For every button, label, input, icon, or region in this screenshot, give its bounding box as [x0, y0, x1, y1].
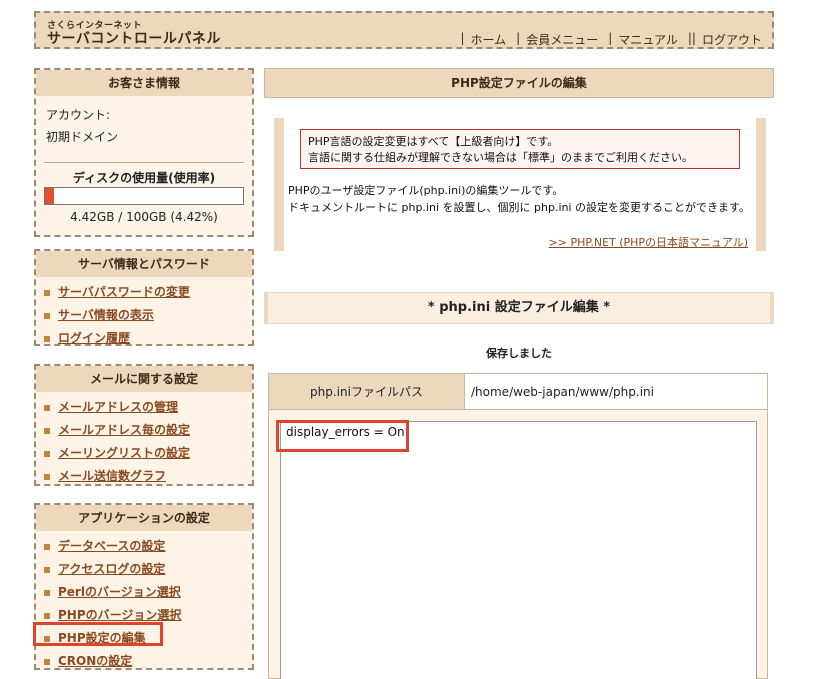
bullet-icon: [44, 289, 50, 296]
nav-separator: |: [516, 31, 521, 45]
description-line-2: ドキュメントルートに php.ini を設置し、個別に php.ini の設定を…: [288, 201, 750, 214]
list-item: サーバパスワードの変更: [44, 281, 252, 304]
disk-usage-bar: [44, 187, 244, 205]
bullet-icon: [44, 404, 50, 411]
customer-info-panel: お客さま情報 アカウント: 初期ドメイン ディスクの使用量(使用率) 4.42G…: [34, 68, 254, 237]
bullet-icon: [44, 335, 50, 342]
bullet-icon: [44, 543, 50, 550]
page-title: PHP設定ファイルの編集: [264, 68, 774, 98]
bullet-icon: [44, 473, 50, 480]
app-settings-title: アプリケーションの設定: [36, 505, 252, 531]
mailing-list-link[interactable]: メーリングリストの設定: [58, 442, 190, 465]
info-panel: PHP言語の設定変更はすべて【上級者向け】です。 言語に関する仕組みが理解できな…: [274, 118, 766, 251]
file-path-value: /home/web-japan/www/php.ini: [465, 374, 767, 410]
description: PHPのユーザ設定ファイル(php.ini)の編集ツールです。 ドキュメントルー…: [288, 182, 750, 216]
list-item: メールアドレス毎の設定: [44, 419, 252, 442]
list-item: ログイン履歴: [44, 327, 252, 350]
nav-separator: |: [460, 31, 465, 45]
highlight-editor-content: [276, 420, 409, 452]
php-ini-editor[interactable]: display_errors = On: [280, 421, 757, 679]
server-info-title: サーバ情報とパスワード: [36, 251, 252, 277]
mail-settings-title: メールに関する設定: [36, 366, 252, 392]
warning-box: PHP言語の設定変更はすべて【上級者向け】です。 言語に関する仕組みが理解できな…: [300, 129, 740, 169]
header-bar: さくらインターネット サーバコントロールパネル | ホーム | 会員メニュー |…: [34, 11, 774, 49]
php-manual-link[interactable]: >> PHP.NET (PHPの日本語マニュアル): [549, 234, 748, 250]
bullet-icon: [44, 612, 50, 619]
mail-address-manage-link[interactable]: メールアドレスの管理: [58, 396, 178, 419]
list-item: データベースの設定: [44, 535, 252, 558]
bullet-icon: [44, 427, 50, 434]
highlight-php-settings-link: [33, 622, 163, 646]
disk-usage-fill: [45, 188, 54, 204]
bullet-icon: [44, 658, 50, 665]
list-item: メーリングリストの設定: [44, 442, 252, 465]
list-item: CRONの設定: [44, 650, 252, 673]
file-path-label: php.iniファイルパス: [269, 374, 465, 410]
divider: [44, 162, 244, 163]
nav-logout-link[interactable]: ログアウト: [702, 31, 762, 48]
saved-message: 保存しました: [486, 347, 552, 360]
section-title: * php.ini 設定ファイル編集 *: [264, 292, 774, 324]
warning-line-1: PHP言語の設定変更はすべて【上級者向け】です。: [308, 135, 559, 148]
list-item: サーバ情報の表示: [44, 304, 252, 327]
account-label: アカウント:: [46, 108, 111, 122]
disk-usage-title: ディスクの使用量(使用率): [72, 171, 216, 185]
nav-separator: |: [608, 31, 613, 45]
bullet-icon: [44, 450, 50, 457]
list-item: メールアドレスの管理: [44, 396, 252, 419]
nav-separator: ||: [687, 31, 696, 45]
customer-info-title: お客さま情報: [36, 70, 252, 96]
mail-settings-panel: メールに関する設定 メールアドレスの管理 メールアドレス毎の設定 メーリングリス…: [34, 364, 254, 486]
server-info-panel: サーバ情報とパスワード サーバパスワードの変更 サーバ情報の表示 ログイン履歴: [34, 249, 254, 346]
top-nav: | ホーム | 会員メニュー | マニュアル || ログアウト: [450, 31, 762, 48]
disk-usage-text: 4.42GB / 100GB (4.42%): [70, 210, 218, 224]
initial-domain-label: 初期ドメイン: [46, 130, 119, 144]
list-item: Perlのバージョン選択: [44, 581, 252, 604]
bullet-icon: [44, 312, 50, 319]
server-password-link[interactable]: サーバパスワードの変更: [58, 281, 190, 304]
nav-manual-link[interactable]: マニュアル: [618, 31, 678, 48]
login-history-link[interactable]: ログイン履歴: [58, 327, 130, 350]
php-ini-form: php.iniファイルパス /home/web-japan/www/php.in…: [268, 373, 768, 679]
list-item: メール送信数グラフ: [44, 465, 252, 488]
nav-member-menu-link[interactable]: 会員メニュー: [526, 31, 598, 48]
description-line-1: PHPのユーザ設定ファイル(php.ini)の編集ツールです。: [288, 184, 564, 197]
server-info-link[interactable]: サーバ情報の表示: [58, 304, 154, 327]
database-settings-link[interactable]: データベースの設定: [58, 535, 165, 558]
list-item: アクセスログの設定: [44, 558, 252, 581]
cron-settings-link[interactable]: CRONの設定: [58, 650, 132, 673]
warning-line-2: 言語に関する仕組みが理解できない場合は「標準」のままでご利用ください。: [308, 151, 693, 164]
access-log-settings-link[interactable]: アクセスログの設定: [58, 558, 165, 581]
bullet-icon: [44, 589, 50, 596]
nav-home-link[interactable]: ホーム: [471, 31, 507, 48]
mail-address-settings-link[interactable]: メールアドレス毎の設定: [58, 419, 190, 442]
perl-version-link[interactable]: Perlのバージョン選択: [58, 581, 181, 604]
brand-title: サーバコントロールパネル: [47, 31, 221, 47]
mail-send-graph-link[interactable]: メール送信数グラフ: [58, 465, 166, 488]
bullet-icon: [44, 566, 50, 573]
